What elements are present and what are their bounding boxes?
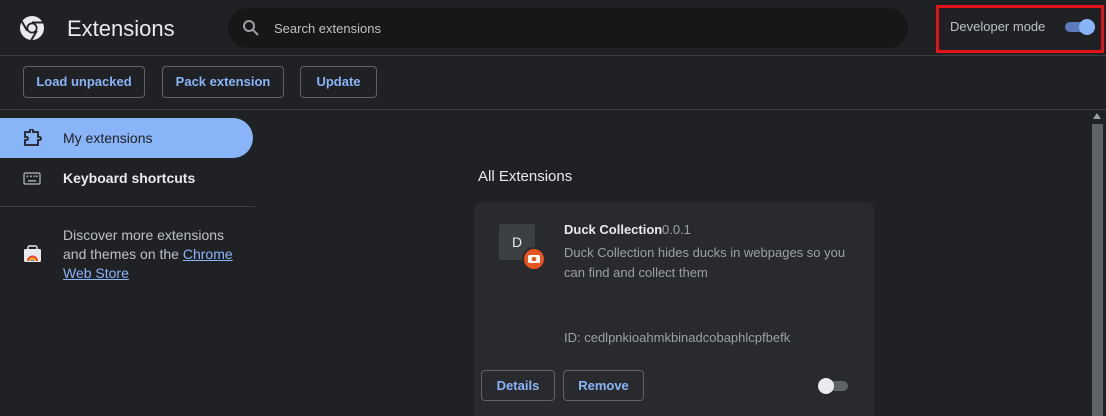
puzzle-icon	[24, 129, 42, 146]
details-button[interactable]: Details	[481, 370, 555, 401]
scroll-thumb[interactable]	[1092, 124, 1103, 416]
keyboard-icon	[23, 172, 41, 185]
web-store-icon	[24, 245, 41, 262]
sidebar-item-my-extensions[interactable]: My extensions	[0, 118, 253, 158]
vertical-scrollbar[interactable]	[1089, 110, 1106, 416]
toggle-knob	[1079, 19, 1095, 35]
developer-toolbar: Load unpacked Pack extension Update	[0, 56, 1106, 110]
developer-mode-label: Developer mode	[950, 19, 1046, 34]
load-unpacked-button[interactable]: Load unpacked	[23, 66, 145, 98]
chrome-logo-icon	[20, 16, 44, 41]
camera-glyph-icon	[528, 255, 540, 263]
remove-button[interactable]: Remove	[563, 370, 644, 401]
developer-mode-toggle[interactable]	[1063, 19, 1095, 35]
search-icon	[243, 20, 259, 36]
scroll-up-arrow-icon[interactable]	[1093, 113, 1101, 119]
discover-more-text: Discover more extensions and themes on t…	[63, 226, 248, 283]
camera-badge-icon	[522, 247, 546, 271]
search-input[interactable]	[274, 8, 874, 48]
search-box[interactable]	[228, 8, 908, 48]
update-button[interactable]: Update	[300, 66, 377, 98]
header-bar: Extensions Developer mode	[0, 0, 1106, 56]
extension-card: D Duck Collection 0.0.1 Duck Collection …	[474, 202, 874, 416]
sidebar-item-keyboard-shortcuts[interactable]: Keyboard shortcuts	[0, 158, 253, 198]
toggle-knob	[818, 378, 834, 394]
extension-description: Duck Collection hides ducks in webpages …	[564, 245, 846, 280]
section-title: All Extensions	[478, 168, 573, 185]
sidebar-divider	[0, 206, 255, 207]
pack-extension-button[interactable]: Pack extension	[162, 66, 284, 98]
extension-version: 0.0.1	[662, 222, 691, 237]
sidebar-item-label: My extensions	[63, 130, 153, 146]
sidebar-item-label: Keyboard shortcuts	[63, 170, 196, 186]
extension-enable-toggle[interactable]	[818, 378, 850, 394]
extension-name: Duck Collection	[564, 222, 663, 237]
extension-id: ID: cedlpnkioahmkbinadcobaphlcpfbefk	[564, 330, 791, 345]
page-title: Extensions	[67, 16, 175, 41]
